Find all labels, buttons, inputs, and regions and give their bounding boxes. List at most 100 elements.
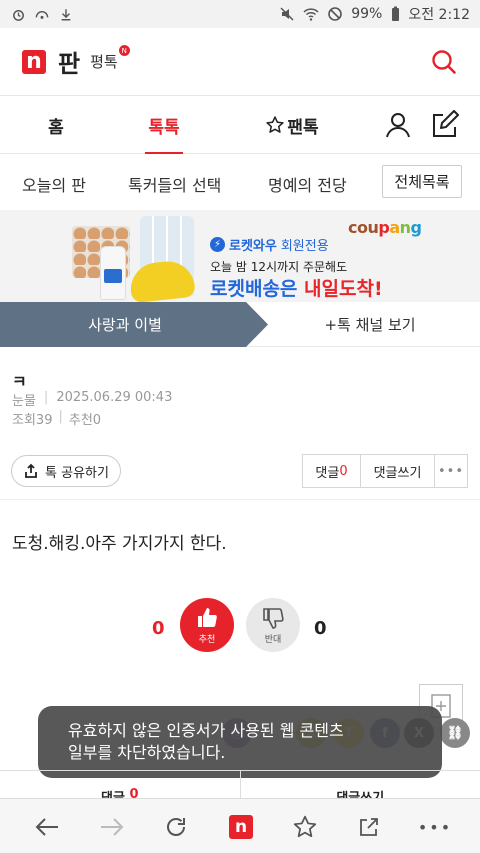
all-list-button[interactable]: 전체목록 [382, 165, 462, 198]
block-icon [327, 6, 343, 22]
more-options-button[interactable]: ••• [435, 455, 467, 487]
mute-icon [279, 6, 295, 22]
coupang-logo-part: n [399, 218, 411, 237]
browser-menu-button[interactable]: ••• [418, 813, 450, 841]
pann-home-button[interactable]: n [227, 813, 255, 841]
app-header: n 판 평톡 N [0, 28, 480, 96]
comment-count: 0 [339, 463, 348, 479]
share-button[interactable]: 톡 공유하기 [11, 455, 121, 487]
subnav-hall-of-fame[interactable]: 명예의 전당 [268, 172, 347, 196]
battery-icon [390, 6, 400, 22]
status-bar: 99% 오전 2:12 [0, 0, 480, 28]
bookmark-button[interactable] [291, 813, 319, 841]
coupang-logo-part: p [378, 218, 390, 237]
pann-logo-text[interactable]: 판 [58, 44, 80, 79]
post-date: 2025.06.29 00:43 [56, 390, 173, 405]
back-button[interactable] [33, 813, 61, 841]
search-button[interactable] [430, 48, 458, 76]
share-out-icon [360, 818, 378, 836]
recommend-label: 추천 [198, 634, 216, 645]
alarm-icon [10, 6, 26, 22]
share-label: 톡 공유하기 [45, 465, 109, 481]
rocket-icon: ⚡ [210, 237, 225, 252]
sub-nav: 오늘의 판 톡커들의 선택 명예의 전당 전체목록 [0, 154, 480, 210]
browser-toolbar: n ••• [0, 798, 480, 853]
ad-rocket-delivery: 로켓배송은 [210, 278, 298, 300]
post-views: 조회39 [12, 413, 53, 428]
ad-tomorrow: 내일도착! [304, 278, 383, 300]
clock: 오전 2:12 [408, 7, 470, 23]
post-recommends: 추천0 [68, 413, 102, 428]
new-badge: N [118, 45, 130, 56]
main-nav: 홈 톡톡 팬톡 [0, 96, 480, 154]
oppose-label: 반대 [264, 634, 282, 645]
reload-icon [167, 818, 185, 836]
tab-fantok-label: 팬톡 [287, 117, 319, 138]
post-title: ㅋ [12, 372, 27, 391]
oppose-count: 0 [314, 618, 327, 639]
meta-separator: | [43, 390, 49, 405]
search-icon [432, 50, 456, 74]
comment-button-group: 댓글 0 댓글쓰기 ••• [302, 454, 468, 488]
recommend-count: 0 [152, 618, 165, 639]
browser-share-button[interactable] [355, 813, 383, 841]
bottom-comment-bar: 댓글 0 댓글쓰기 [0, 770, 480, 806]
coupang-logo-part: g [410, 218, 422, 237]
recommend-button[interactable]: 추천 [180, 598, 234, 652]
tab-toktok[interactable]: 톡톡 [132, 96, 196, 154]
share-icon [25, 463, 37, 478]
battery-percent: 99% [351, 6, 383, 22]
pann-icon-letter: n [234, 816, 248, 837]
write-button[interactable] [429, 110, 459, 140]
channel-category[interactable]: 사랑과 이별 [0, 302, 250, 347]
bottom-comment-tab[interactable]: 댓글 0 [0, 771, 241, 806]
ad-rocketwow: 로켓와우 [229, 239, 277, 254]
pann-logo-icon[interactable]: n [22, 48, 46, 74]
post-author[interactable]: 눈물 [12, 390, 36, 409]
ad-line1: ⚡ 로켓와우 회원전용 [210, 235, 329, 254]
pyeongtok-label: 평톡 [90, 53, 118, 71]
logo-letter: n [26, 48, 42, 74]
ad-milk-image [100, 246, 126, 300]
post-stats: 조회39 | 추천0 [12, 409, 101, 428]
thumbs-down-icon [263, 607, 284, 629]
coupang-ad-banner[interactable]: coupang ⚡ 로켓와우 회원전용 오늘 밤 12시까지 주문해도 로켓배송… [0, 210, 480, 302]
comment-label: 댓글 [315, 465, 340, 481]
tab-fantok[interactable]: 팬톡 [256, 96, 328, 154]
forward-button[interactable] [98, 813, 126, 841]
coupang-logo: coupang [348, 218, 422, 237]
certificate-warning-toast: 유효하지 않은 인증서가 사용된 웹 콘텐츠 일부를 차단하였습니다. [38, 706, 442, 778]
toast-line1: 유효하지 않은 인증서가 사용된 웹 콘텐츠 [68, 721, 344, 740]
reload-button[interactable] [162, 813, 190, 841]
link-icon[interactable]: ⛓ [440, 718, 470, 748]
user-button[interactable] [383, 110, 413, 140]
user-icon [386, 113, 410, 138]
subnav-talker-choice[interactable]: 톡커들의 선택 [128, 172, 221, 196]
oppose-button[interactable]: 반대 [246, 598, 300, 652]
ad-line2: 오늘 밤 12시까지 주문해도 [210, 260, 348, 274]
post-body: 도청.해킹.아주 가지가지 한다. [12, 534, 227, 554]
star-icon [293, 815, 317, 838]
comment-count-button[interactable]: 댓글 0 [303, 455, 361, 487]
status-bar-left [10, 6, 74, 22]
edit-icon [433, 110, 459, 137]
post-meta: 눈물 | 2025.06.29 00:43 [12, 390, 172, 409]
channel-bar: 사랑과 이별 +톡 채널 보기 [0, 302, 480, 347]
thumbs-up-icon [198, 607, 217, 627]
download-icon [58, 6, 74, 22]
subnav-today[interactable]: 오늘의 판 [22, 172, 86, 196]
star-icon [266, 116, 285, 133]
channel-more-link[interactable]: +톡 채널 보기 [300, 302, 440, 347]
wifi-icon [303, 6, 319, 22]
ad-member-only: 회원전용 [280, 239, 329, 254]
coupang-logo-part: cou [348, 218, 379, 237]
toast-line2: 일부를 차단하였습니다. [68, 743, 226, 762]
pyeongtok-link[interactable]: 평톡 N [90, 45, 130, 72]
bottom-write-comment-tab[interactable]: 댓글쓰기 [241, 771, 480, 806]
tab-home[interactable]: 홈 [24, 96, 88, 154]
pann-icon: n [229, 815, 253, 839]
write-comment-button[interactable]: 댓글쓰기 [361, 455, 435, 487]
status-bar-right: 99% 오전 2:12 [279, 4, 470, 24]
forward-arrow-icon [101, 818, 124, 836]
ad-line3: 로켓배송은 내일도착! [210, 274, 383, 301]
